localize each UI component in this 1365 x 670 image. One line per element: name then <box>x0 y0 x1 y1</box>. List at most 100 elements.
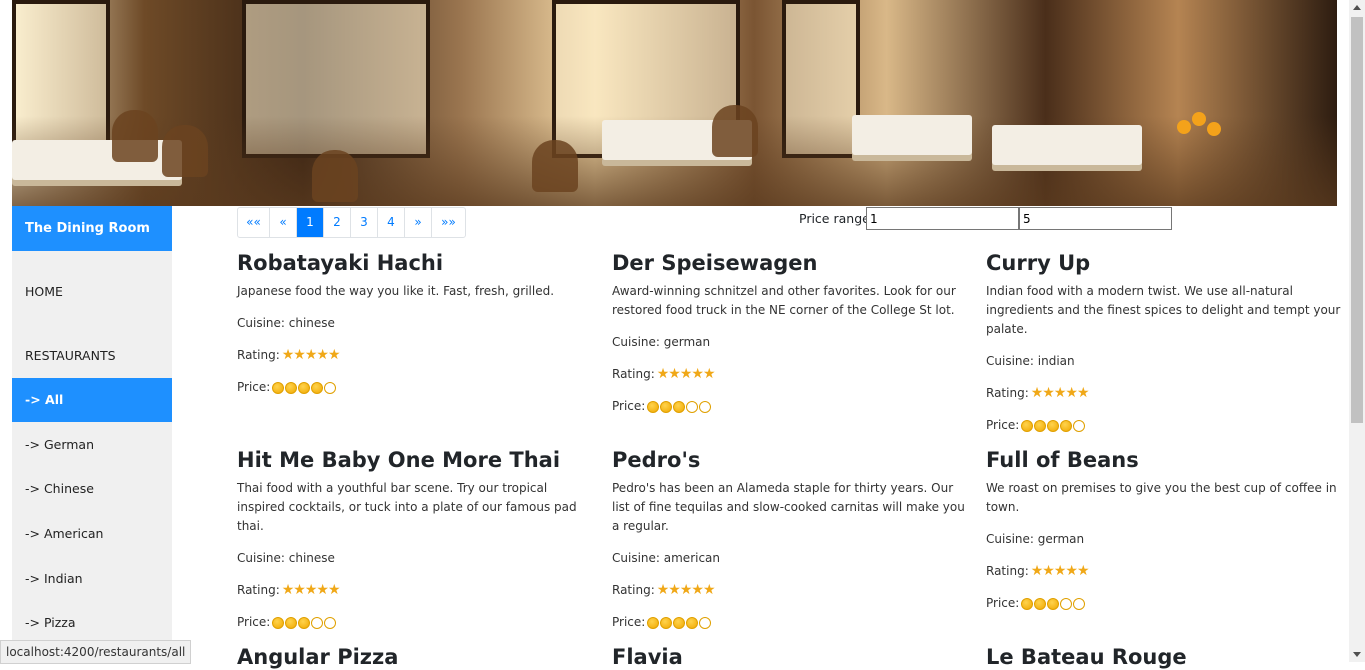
price-label: Price: <box>237 380 271 394</box>
restaurant-name[interactable]: Der Speisewagen <box>612 250 968 276</box>
rating-label: Rating: <box>986 564 1029 578</box>
star-icon: ★ <box>656 366 670 382</box>
page-4-button[interactable]: 4 <box>378 208 405 237</box>
price-label: Price: <box>986 596 1020 610</box>
scroll-up-arrow-icon[interactable] <box>1353 5 1361 10</box>
rating-stars: ★★★★★ <box>1031 562 1090 581</box>
price-label: Price: <box>986 418 1020 432</box>
cuisine-value: german <box>1037 532 1085 546</box>
restaurant-name[interactable]: Curry Up <box>986 250 1342 276</box>
restaurant-card[interactable]: Le Bateau Rouge <box>986 644 1342 670</box>
star-icon: ★ <box>1042 563 1055 579</box>
price-min-input[interactable] <box>866 207 1019 230</box>
coin-icon <box>298 381 311 394</box>
price-max-input[interactable] <box>1019 207 1172 230</box>
cuisine-value: indian <box>1037 354 1075 368</box>
nav-restaurants[interactable]: RESTAURANTS <box>12 334 172 378</box>
scrollbar[interactable] <box>1349 0 1365 662</box>
coin-icon <box>647 400 660 413</box>
rating-label: Rating: <box>237 348 280 362</box>
restaurant-card[interactable]: Der Speisewagen Award-winning schnitzel a… <box>612 250 968 416</box>
page-first-button[interactable]: «« <box>238 208 270 237</box>
cuisine-row: Cuisine: american <box>612 549 968 568</box>
coin-icon <box>311 616 324 629</box>
restaurant-name[interactable]: Full of Beans <box>986 447 1342 473</box>
nav-item-chinese[interactable]: -> Chinese <box>12 467 172 511</box>
star-icon: ★ <box>691 582 704 598</box>
cuisine-value: american <box>663 551 721 565</box>
restaurant-card[interactable]: Flavia <box>612 644 968 670</box>
restaurant-name[interactable]: Hit Me Baby One More Thai <box>237 447 593 473</box>
restaurant-name[interactable]: Pedro's <box>612 447 968 473</box>
nav-item-pizza[interactable]: -> Pizza <box>12 601 172 645</box>
price-coins <box>647 397 712 416</box>
price-coins <box>1021 594 1086 613</box>
star-icon: ★ <box>1053 385 1067 401</box>
star-icon: ★ <box>656 582 670 598</box>
star-icon: ★ <box>668 366 681 382</box>
nav-item-indian[interactable]: -> Indian <box>12 557 172 601</box>
price-coins <box>1021 416 1086 435</box>
star-icon: ★ <box>702 582 716 598</box>
restaurant-name[interactable]: Robatayaki Hachi <box>237 250 593 276</box>
star-icon: ★ <box>281 347 295 363</box>
coin-icon <box>324 381 337 394</box>
star-icon: ★ <box>304 582 318 598</box>
nav-item-german[interactable]: -> German <box>12 423 172 467</box>
nav-item-all[interactable]: -> All <box>12 378 172 422</box>
coin-icon <box>311 381 324 394</box>
sidebar: The Dining Room HOME RESTAURANTS -> All … <box>12 206 172 662</box>
pagination: «« « 1 2 3 4 » »» <box>237 207 466 238</box>
coin-icon <box>660 400 673 413</box>
rating-row: Rating: ★★★★★ <box>612 365 968 384</box>
scroll-thumb[interactable] <box>1351 17 1363 423</box>
cuisine-label: Cuisine: <box>612 551 660 565</box>
page-prev-button[interactable]: « <box>270 208 297 237</box>
price-label: Price: <box>237 615 271 629</box>
star-icon: ★ <box>281 582 295 598</box>
coin-icon <box>686 616 699 629</box>
coin-icon <box>285 616 298 629</box>
restaurant-card[interactable]: Robatayaki Hachi Japanese food the way yo… <box>237 250 593 397</box>
price-row: Price: <box>986 416 1342 435</box>
restaurant-description: We roast on premises to give you the bes… <box>986 481 1337 514</box>
star-icon: ★ <box>679 582 693 598</box>
brand-title[interactable]: The Dining Room <box>12 206 172 251</box>
nav-item-american[interactable]: -> American <box>12 512 172 556</box>
star-icon: ★ <box>1065 563 1078 579</box>
page-last-button[interactable]: »» <box>432 208 465 237</box>
scroll-down-arrow-icon[interactable] <box>1353 652 1361 657</box>
price-row: Price: <box>612 397 968 416</box>
cuisine-label: Cuisine: <box>237 316 285 330</box>
restaurant-card[interactable]: Full of Beans We roast on premises to giv… <box>986 447 1342 613</box>
cuisine-value: chinese <box>288 316 335 330</box>
price-label: Price: <box>612 399 646 413</box>
restaurant-name[interactable]: Le Bateau Rouge <box>986 644 1342 670</box>
restaurant-name[interactable]: Flavia <box>612 644 968 670</box>
star-icon: ★ <box>1065 385 1078 401</box>
star-icon: ★ <box>1076 385 1090 401</box>
page-1-button[interactable]: 1 <box>297 208 324 237</box>
star-icon: ★ <box>691 366 704 382</box>
cuisine-row: Cuisine: chinese <box>237 314 593 333</box>
rating-stars: ★★★★★ <box>281 346 341 365</box>
star-icon: ★ <box>327 347 341 363</box>
coin-icon <box>1034 597 1047 610</box>
rating-stars: ★★★★★ <box>656 581 716 600</box>
restaurant-card[interactable]: Pedro's Pedro's has been an Alameda stapl… <box>612 447 968 632</box>
restaurant-description: Thai food with a youthful bar scene. Try… <box>237 481 577 533</box>
restaurant-card[interactable]: Hit Me Baby One More Thai Thai food with … <box>237 447 593 632</box>
page-3-button[interactable]: 3 <box>351 208 378 237</box>
coin-icon <box>1060 597 1073 610</box>
page-next-button[interactable]: » <box>405 208 432 237</box>
star-icon: ★ <box>1053 563 1067 579</box>
nav-home[interactable]: HOME <box>12 270 172 314</box>
restaurant-card[interactable]: Angular Pizza <box>237 644 593 670</box>
restaurant-name[interactable]: Angular Pizza <box>237 644 593 670</box>
restaurant-card[interactable]: Curry Up Indian food with a modern twist.… <box>986 250 1342 435</box>
rating-row: Rating: ★★★★★ <box>237 346 593 365</box>
page-2-button[interactable]: 2 <box>324 208 351 237</box>
coin-icon <box>660 616 673 629</box>
coin-icon <box>673 616 686 629</box>
star-icon: ★ <box>702 366 716 382</box>
